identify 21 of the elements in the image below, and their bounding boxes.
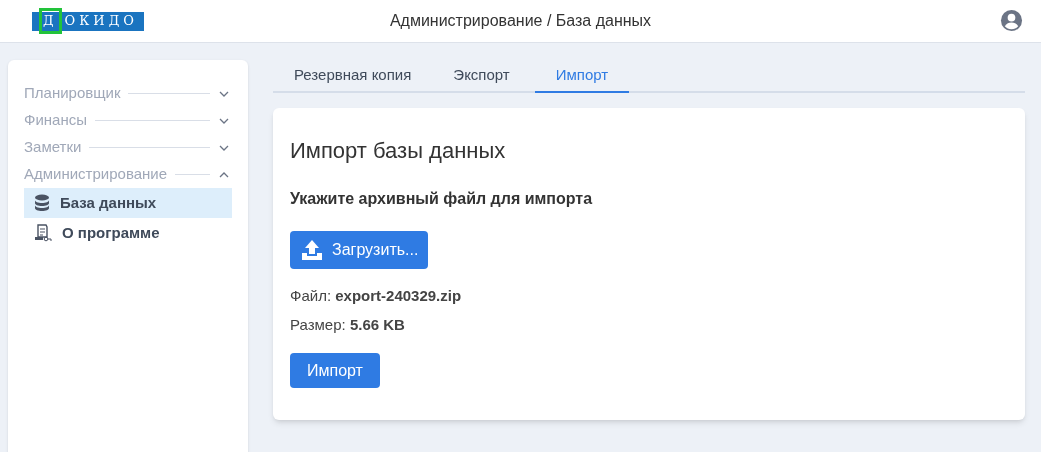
card-title: Импорт базы данных [290,137,507,165]
tab[interactable]: Экспорт [436,60,527,93]
section-heading[interactable]: Планировщик [24,82,121,105]
file-size-text: Размер: 5.66 KB [290,314,406,335]
document-key-icon [34,224,52,242]
page-title: Администрирование / База данных [389,11,652,31]
user-avatar-icon[interactable] [1000,9,1023,32]
section-heading[interactable]: Финансы [24,109,87,132]
file-name-text: Файл: export-240329.zip [290,286,463,306]
section-heading[interactable]: Администрирование [24,163,168,186]
database-icon [34,194,50,212]
import-button[interactable]: Импорт [290,353,380,388]
upload-button[interactable]: Загрузить... [290,231,429,269]
nav-item[interactable]: База данных [24,188,232,218]
section-heading[interactable]: Заметки [24,136,82,159]
tab[interactable]: Резервная копия [277,60,429,93]
nav-item[interactable]: О программе [24,218,232,248]
instruction-text: Укажите архивный файл для импорта [290,189,594,209]
upload-icon [300,238,324,262]
tab[interactable]: Импорт [534,60,630,93]
logo: Д ОКИДО [32,11,144,31]
